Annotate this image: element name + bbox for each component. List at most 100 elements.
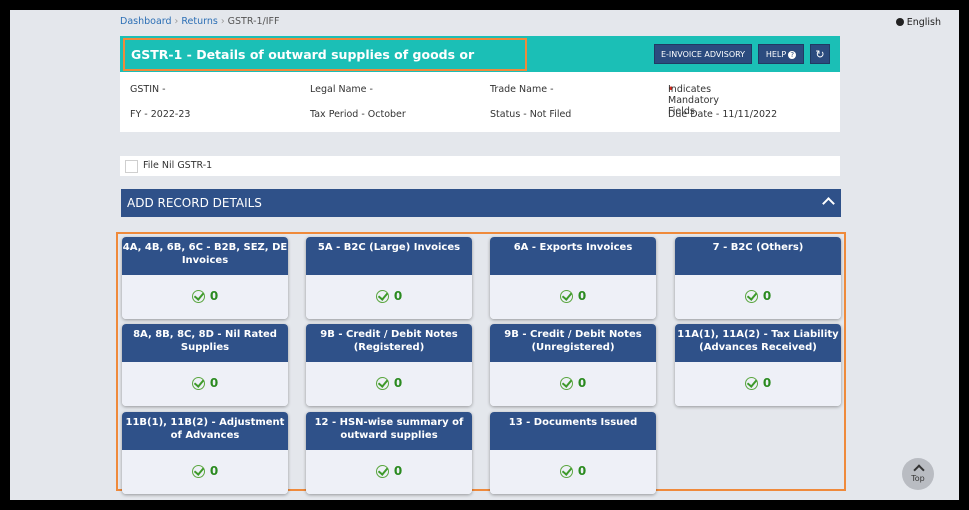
check-circle-icon <box>375 377 389 390</box>
check-circle-icon <box>559 290 573 303</box>
top-label: Top <box>911 474 925 483</box>
tile-subtitle: Invoices <box>181 255 229 266</box>
refresh-icon: ↻ <box>815 48 825 61</box>
gstin-label: GSTIN - <box>130 84 166 95</box>
tile-body: 0 <box>490 275 656 319</box>
tile-count-value: 0 <box>209 376 219 390</box>
add-record-details-header[interactable]: ADD RECORD DETAILS <box>121 189 841 217</box>
tile-subtitle: (Advances Received) <box>699 342 817 353</box>
tile-credit-debit-unregistered[interactable]: 9B - Credit / Debit Notes (Unregistered) … <box>490 324 656 406</box>
help-label: HELP <box>765 50 787 59</box>
tile-header: 11B(1), 11B(2) - Adjustment of Advances <box>122 412 288 450</box>
tile-title: 12 - HSN-wise summary of <box>314 417 464 428</box>
tile-count: 0 <box>306 289 472 303</box>
tile-count: 0 <box>490 464 656 478</box>
chevron-up-icon <box>822 197 835 210</box>
tile-count-value: 0 <box>577 464 587 478</box>
tile-title: 9B - Credit / Debit Notes <box>320 329 458 340</box>
tile-title: 5A - B2C (Large) Invoices <box>317 242 461 253</box>
tile-body: 0 <box>122 450 288 494</box>
tile-count: 0 <box>490 376 656 390</box>
tile-subtitle: of Advances <box>170 430 240 441</box>
tile-count-value: 0 <box>762 289 772 303</box>
check-circle-icon <box>744 290 758 303</box>
tile-count: 0 <box>122 464 288 478</box>
tile-header: 12 - HSN-wise summary of outward supplies <box>306 412 472 450</box>
check-circle-icon <box>559 465 573 478</box>
tile-count-value: 0 <box>577 376 587 390</box>
add-record-details-label: ADD RECORD DETAILS <box>127 196 262 210</box>
globe-icon <box>895 18 904 26</box>
tile-exports-invoices[interactable]: 6A - Exports Invoices 0 <box>490 237 656 319</box>
question-icon: ? <box>788 51 797 59</box>
tile-b2b-sez-de[interactable]: 4A, 4B, 6B, 6C - B2B, SEZ, DE Invoices 0 <box>122 237 288 319</box>
language-selector[interactable]: English <box>895 17 941 28</box>
breadcrumb-dashboard-link[interactable]: Dashboard <box>120 16 172 27</box>
status-label: Status - Not Filed <box>490 109 572 120</box>
einvoice-advisory-button[interactable]: E-INVOICE ADVISORY <box>654 44 752 64</box>
help-button[interactable]: HELP? <box>758 44 804 64</box>
tile-count-value: 0 <box>209 464 219 478</box>
due-date-label: Due Date - 11/11/2022 <box>668 109 778 120</box>
return-info-panel: GSTIN - Legal Name - Trade Name - • Indi… <box>120 72 840 132</box>
gst-portal-page: Dashboard › Returns › GSTR-1/IFF English GST… <box>10 10 959 500</box>
tile-body: 0 <box>675 362 841 406</box>
trade-name-label: Trade Name - <box>490 84 554 95</box>
tile-count-value: 0 <box>393 289 403 303</box>
tile-tax-liability-advances[interactable]: 11A(1), 11A(2) - Tax Liability (Advances … <box>675 324 841 406</box>
tile-header: 9B - Credit / Debit Notes (Registered) <box>306 324 472 362</box>
tile-title: 11B(1), 11B(2) - Adjustment <box>125 417 285 428</box>
tile-header: 11A(1), 11A(2) - Tax Liability (Advances … <box>675 324 841 362</box>
check-circle-icon <box>744 377 758 390</box>
return-header: GSTR-1 - Details of outward supplies of … <box>120 36 840 91</box>
back-to-top-button[interactable]: Top <box>902 458 934 490</box>
tile-subtitle: Supplies <box>180 342 230 353</box>
refresh-button[interactable]: ↻ <box>810 44 830 64</box>
tile-hsn-summary[interactable]: 12 - HSN-wise summary of outward supplies… <box>306 412 472 494</box>
tile-body: 0 <box>490 362 656 406</box>
fy-label: FY - 2022-23 <box>130 109 191 120</box>
screenshot-frame: Dashboard › Returns › GSTR-1/IFF English GST… <box>0 0 969 510</box>
breadcrumb: Dashboard › Returns › GSTR-1/IFF <box>120 16 279 27</box>
tile-header: 9B - Credit / Debit Notes (Unregistered) <box>490 324 656 362</box>
file-nil-checkbox[interactable] <box>125 160 138 173</box>
tile-documents-issued[interactable]: 13 - Documents Issued 0 <box>490 412 656 494</box>
tile-body: 0 <box>122 362 288 406</box>
language-label: English <box>906 17 941 28</box>
check-circle-icon <box>191 465 205 478</box>
tile-title: 8A, 8B, 8C, 8D - Nil Rated <box>133 329 277 340</box>
tile-subtitle: (Registered) <box>353 342 425 353</box>
tile-count: 0 <box>306 464 472 478</box>
tile-adjustment-of-advances[interactable]: 11B(1), 11B(2) - Adjustment of Advances 0 <box>122 412 288 494</box>
tile-title: 6A - Exports Invoices <box>513 242 633 253</box>
tile-body: 0 <box>675 275 841 319</box>
tile-header: 5A - B2C (Large) Invoices <box>306 237 472 275</box>
tile-title: 7 - B2C (Others) <box>712 242 804 253</box>
tile-count: 0 <box>122 376 288 390</box>
tile-body: 0 <box>122 275 288 319</box>
tile-credit-debit-registered[interactable]: 9B - Credit / Debit Notes (Registered) 0 <box>306 324 472 406</box>
tile-subtitle: outward supplies <box>340 430 438 441</box>
tile-b2c-others[interactable]: 7 - B2C (Others) 0 <box>675 237 841 319</box>
tile-count: 0 <box>675 289 841 303</box>
tile-count: 0 <box>675 376 841 390</box>
tile-header: 13 - Documents Issued <box>490 412 656 450</box>
tile-body: 0 <box>490 450 656 494</box>
tile-nil-rated-supplies[interactable]: 8A, 8B, 8C, 8D - Nil Rated Supplies 0 <box>122 324 288 406</box>
tax-period-label: Tax Period - October <box>310 109 406 120</box>
file-nil-label: File Nil GSTR-1 <box>143 160 213 171</box>
file-nil-row: File Nil GSTR-1 <box>120 156 840 176</box>
tile-body: 0 <box>306 450 472 494</box>
check-circle-icon <box>191 377 205 390</box>
breadcrumb-separator: › <box>174 16 179 27</box>
breadcrumb-current: GSTR-1/IFF <box>227 16 280 27</box>
tile-title: 4A, 4B, 6B, 6C - B2B, SEZ, DE <box>122 242 288 253</box>
tile-count: 0 <box>306 376 472 390</box>
breadcrumb-returns-link[interactable]: Returns <box>181 16 217 27</box>
tile-body: 0 <box>306 362 472 406</box>
breadcrumb-separator: › <box>220 16 225 27</box>
tile-b2c-large[interactable]: 5A - B2C (Large) Invoices 0 <box>306 237 472 319</box>
tile-count-value: 0 <box>209 289 219 303</box>
tile-body: 0 <box>306 275 472 319</box>
legal-name-label: Legal Name - <box>310 84 373 95</box>
